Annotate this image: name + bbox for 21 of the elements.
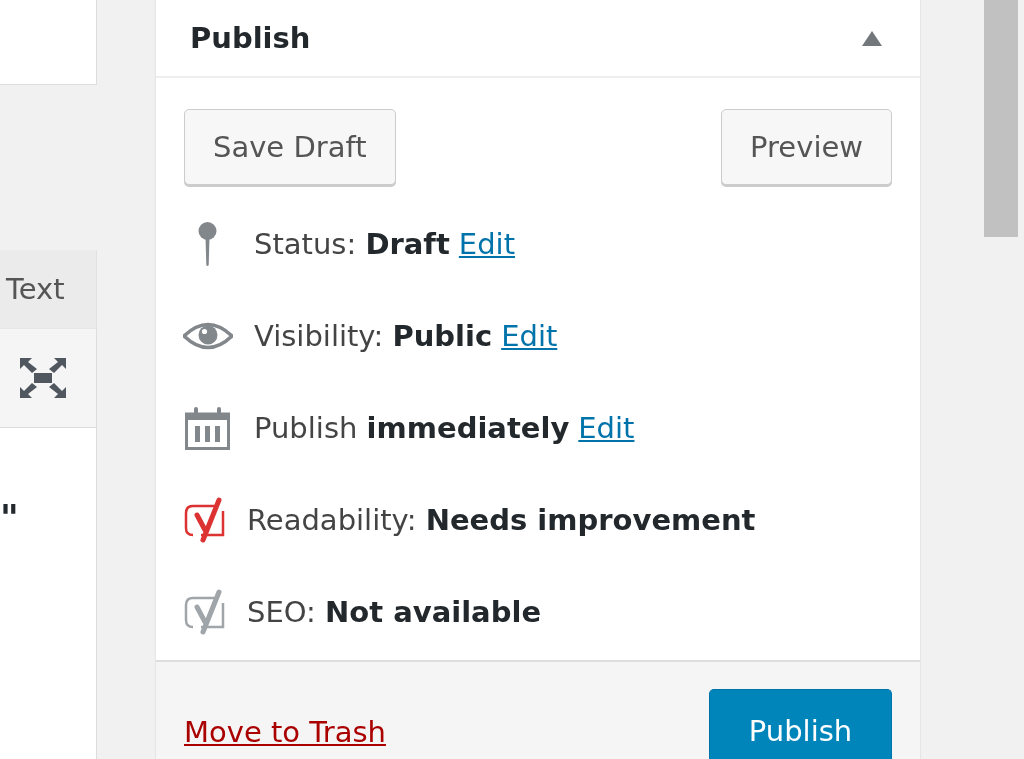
edit-link[interactable]: Edit — [501, 319, 558, 353]
scrollbar-thumb[interactable] — [984, 0, 1018, 237]
calendar-icon — [185, 406, 230, 450]
fullscreen-icon[interactable] — [20, 358, 66, 398]
secondary-button[interactable]: Save Draft — [184, 109, 396, 185]
secondary-button[interactable]: Preview — [721, 109, 892, 185]
title-input-field[interactable] — [0, 0, 97, 85]
eye-icon — [183, 321, 233, 351]
move-to-trash-link[interactable]: Move to Trash — [184, 715, 386, 749]
status-text: SEO: Not available — [247, 595, 542, 629]
editor-textarea[interactable]: " — [0, 428, 97, 759]
status-text: Status: Draft — [254, 227, 450, 261]
editor-tab[interactable]: Text — [0, 250, 97, 328]
collapse-toggle-icon[interactable] — [862, 30, 882, 46]
edit-link[interactable]: Edit — [578, 411, 635, 445]
panel-title: Publish — [190, 21, 311, 55]
publish-button[interactable]: Publish — [709, 689, 892, 759]
status-text: Publish immediately — [254, 411, 570, 445]
edit-link[interactable]: Edit — [458, 227, 515, 261]
status-text: Visibility: Public — [254, 319, 493, 353]
status-text: Readability: Needs improvement — [247, 503, 756, 537]
